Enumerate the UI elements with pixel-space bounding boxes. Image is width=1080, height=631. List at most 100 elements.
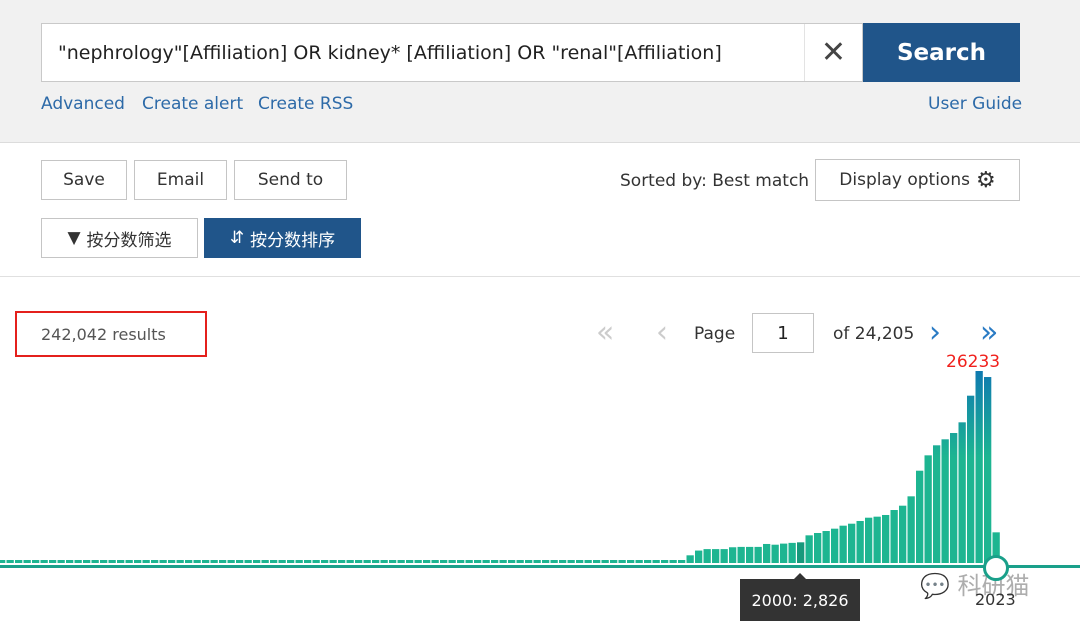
bar-1968[interactable] <box>525 560 533 563</box>
bar-1996[interactable] <box>763 543 771 563</box>
bar-1948[interactable] <box>355 560 363 563</box>
bar-1920[interactable] <box>117 560 125 563</box>
bar-1966[interactable] <box>508 560 516 563</box>
bar-1979[interactable] <box>618 560 626 563</box>
bar-1929[interactable] <box>193 560 201 563</box>
bar-1976[interactable] <box>593 560 601 563</box>
bar-1985[interactable] <box>669 560 677 563</box>
bar-2021[interactable] <box>975 371 983 563</box>
bar-1933[interactable] <box>227 560 235 563</box>
create-rss-link[interactable]: Create RSS <box>258 94 353 114</box>
bar-1917[interactable] <box>91 560 99 563</box>
bar-1939[interactable] <box>278 560 286 563</box>
bar-1997[interactable] <box>771 544 779 563</box>
close-icon[interactable]: ✕ <box>804 24 862 81</box>
bar-2004[interactable] <box>831 528 839 563</box>
bar-1936[interactable] <box>253 560 261 563</box>
bar-1913[interactable] <box>57 560 65 563</box>
search-query[interactable]: "nephrology"[Affiliation] OR kidney* [Af… <box>42 42 804 64</box>
bar-1951[interactable] <box>380 560 388 563</box>
filter-by-score-button[interactable]: ▼ 按分数筛选 <box>41 218 198 258</box>
bar-1910[interactable] <box>32 560 40 563</box>
next-page-icon[interactable]: › <box>929 316 941 350</box>
bar-2017[interactable] <box>941 439 949 563</box>
bar-1999[interactable] <box>788 542 796 563</box>
bar-2009[interactable] <box>873 516 881 563</box>
range-slider-handle[interactable] <box>983 555 1009 581</box>
bar-1953[interactable] <box>397 560 405 563</box>
bar-2003[interactable] <box>822 531 830 563</box>
bar-1995[interactable] <box>754 546 762 563</box>
bar-1942[interactable] <box>304 560 312 563</box>
bar-2020[interactable] <box>967 395 975 563</box>
bar-1957[interactable] <box>431 560 439 563</box>
bar-1971[interactable] <box>550 560 558 563</box>
last-page-icon[interactable]: » <box>980 316 998 350</box>
bar-1912[interactable] <box>49 560 57 563</box>
bar-2011[interactable] <box>890 510 898 563</box>
bar-1998[interactable] <box>780 543 788 563</box>
bar-1984[interactable] <box>661 560 669 563</box>
bar-1931[interactable] <box>210 560 218 563</box>
bar-1980[interactable] <box>627 560 635 563</box>
bar-2019[interactable] <box>958 422 966 563</box>
bar-1994[interactable] <box>746 546 754 563</box>
bar-2002[interactable] <box>814 532 822 563</box>
bar-1956[interactable] <box>423 560 431 563</box>
bar-1926[interactable] <box>168 560 176 563</box>
bar-1937[interactable] <box>261 560 269 563</box>
bar-1974[interactable] <box>576 560 584 563</box>
create-alert-link[interactable]: Create alert <box>142 94 243 114</box>
bar-1935[interactable] <box>244 560 252 563</box>
first-page-icon[interactable]: « <box>596 316 614 350</box>
bar-1919[interactable] <box>108 560 116 563</box>
bar-1909[interactable] <box>23 560 31 563</box>
bar-1941[interactable] <box>295 560 303 563</box>
bar-1983[interactable] <box>652 560 660 563</box>
bar-1973[interactable] <box>567 560 575 563</box>
bar-1970[interactable] <box>542 560 550 563</box>
bar-1907[interactable] <box>6 560 14 563</box>
bar-2008[interactable] <box>865 517 873 563</box>
bar-1964[interactable] <box>491 560 499 563</box>
bar-1986[interactable] <box>678 560 686 563</box>
bar-1930[interactable] <box>202 560 210 563</box>
bar-1960[interactable] <box>457 560 465 563</box>
bar-2018[interactable] <box>950 433 958 563</box>
bar-1932[interactable] <box>219 560 227 563</box>
bar-2014[interactable] <box>916 470 924 563</box>
bar-1978[interactable] <box>610 560 618 563</box>
bar-1993[interactable] <box>737 546 745 563</box>
bar-1908[interactable] <box>15 560 23 563</box>
bar-2001[interactable] <box>805 535 813 563</box>
bar-1988[interactable] <box>695 550 703 563</box>
bar-1927[interactable] <box>176 560 184 563</box>
bar-1987[interactable] <box>686 555 694 563</box>
bar-1961[interactable] <box>465 560 473 563</box>
bar-1950[interactable] <box>372 560 380 563</box>
bar-1947[interactable] <box>346 560 354 563</box>
bar-1945[interactable] <box>329 560 337 563</box>
bar-1981[interactable] <box>635 560 643 563</box>
bar-1949[interactable] <box>363 560 371 563</box>
bar-2005[interactable] <box>839 525 847 563</box>
send-to-button[interactable]: Send to <box>234 160 347 200</box>
bar-1990[interactable] <box>712 549 720 563</box>
bar-1922[interactable] <box>134 560 142 563</box>
display-options-button[interactable]: Display options ⚙ <box>815 159 1020 201</box>
timeline-chart[interactable] <box>0 360 1080 580</box>
bar-1967[interactable] <box>516 560 524 563</box>
bar-1944[interactable] <box>321 560 329 563</box>
bar-1975[interactable] <box>584 560 592 563</box>
bar-1925[interactable] <box>159 560 167 563</box>
bar-1943[interactable] <box>312 560 320 563</box>
sort-by-score-button[interactable]: ⇵ 按分数排序 <box>204 218 361 258</box>
bar-2007[interactable] <box>856 520 864 563</box>
bar-1959[interactable] <box>448 560 456 563</box>
bar-1965[interactable] <box>499 560 507 563</box>
bar-1938[interactable] <box>270 560 278 563</box>
bar-1989[interactable] <box>703 549 711 563</box>
bar-1972[interactable] <box>559 560 567 563</box>
bar-2016[interactable] <box>933 445 941 563</box>
bar-2022[interactable] <box>984 377 992 563</box>
